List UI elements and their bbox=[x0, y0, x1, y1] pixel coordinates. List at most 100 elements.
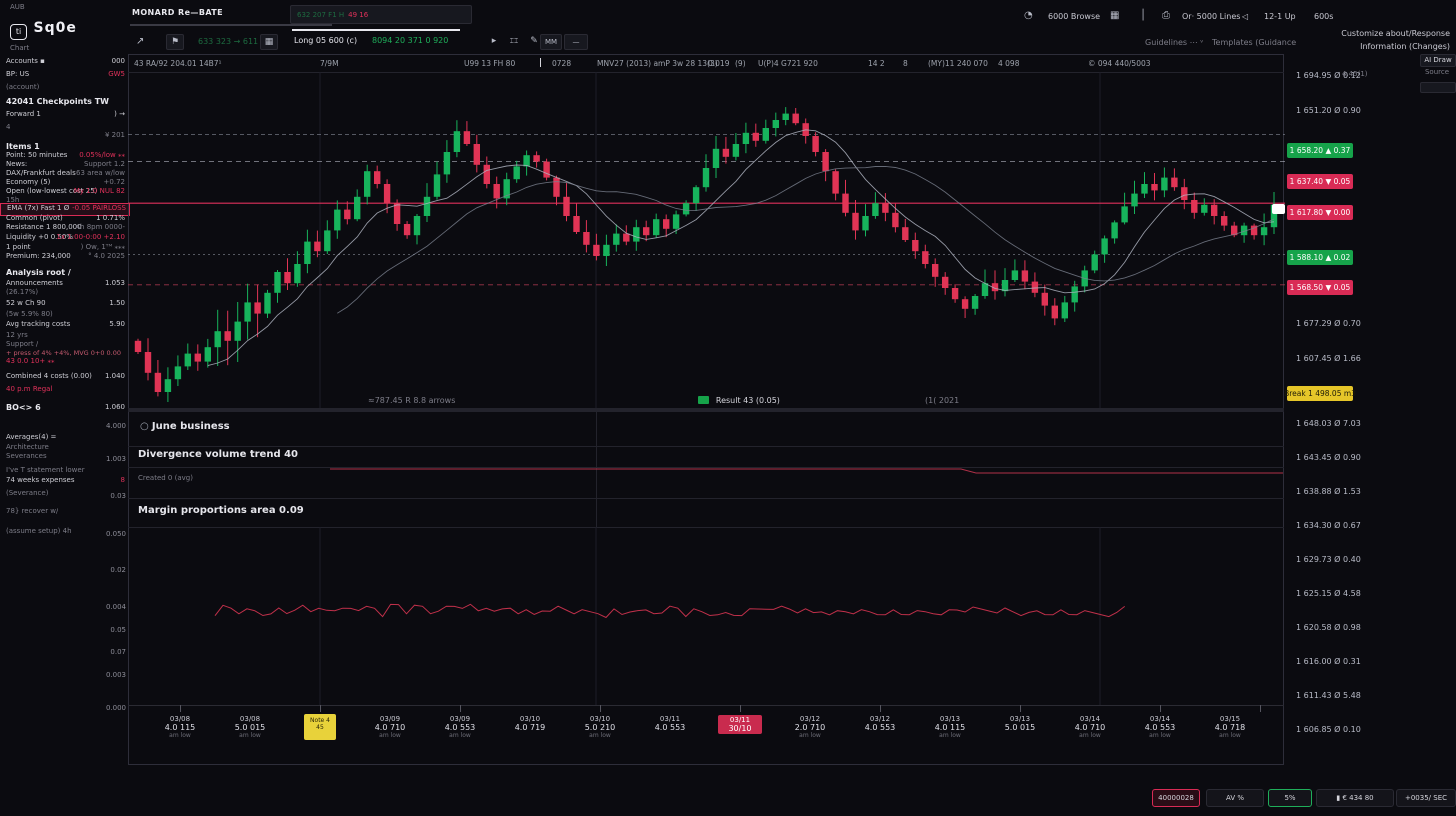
ohlc-token: © 094 440/5003 bbox=[1088, 59, 1151, 68]
ruler-tool-icon[interactable]: — bbox=[564, 34, 588, 50]
sidebar-row[interactable]: 78} recover w/ bbox=[0, 507, 128, 517]
axis-time: 4.0 553 bbox=[438, 723, 482, 732]
time-axis-label[interactable]: 03/122.0 710am low bbox=[788, 715, 832, 739]
sidebar-row[interactable]: 43 0.0 10+ ⁎⁎ bbox=[0, 357, 128, 367]
footer-button[interactable]: 40000028 bbox=[1152, 789, 1200, 807]
sidebar-row[interactable]: 42041 Checkpoints TW bbox=[0, 97, 128, 107]
cursor-tool-icon[interactable]: ▸ bbox=[486, 34, 502, 48]
axis-time: 5.0 015 bbox=[228, 723, 272, 732]
topbar-item[interactable]: Or· 5000 Lines bbox=[1182, 12, 1240, 21]
search-value: 632 207 F1 H bbox=[297, 11, 344, 19]
topbar-item[interactable]: ◁ bbox=[1242, 12, 1248, 21]
brand-logo[interactable]: ti Sq0e bbox=[10, 20, 128, 40]
price-level-badge[interactable]: 1 658.20 ▲ 0.37 bbox=[1287, 143, 1353, 158]
sidebar-row[interactable]: Combined 4 costs (0.00)1.040 bbox=[0, 372, 128, 382]
axis-tick bbox=[1160, 705, 1161, 712]
current-price-badge[interactable]: 1 617.80 ▼ 0.00 bbox=[1287, 205, 1353, 220]
pane-title-divergence[interactable]: Divergence volume trend 40 bbox=[138, 449, 298, 460]
search-input[interactable]: 632 207 F1 H 49 16 bbox=[290, 5, 472, 24]
time-axis-label[interactable]: 03/144.0 710am low bbox=[1068, 715, 1112, 739]
annotation-result[interactable]: Result 43 (0.05) bbox=[698, 396, 780, 406]
sidebar-row-label: Common (pivot) bbox=[6, 214, 63, 222]
left-scale-label: 0.03 bbox=[86, 492, 126, 500]
time-axis-label[interactable]: 03/104.0 719 bbox=[508, 715, 552, 732]
footer-button[interactable]: +0035/ SEC bbox=[1396, 789, 1456, 807]
sidebar-row[interactable]: Premium: 234,000° 4.0 2025 bbox=[0, 252, 128, 262]
footer-button[interactable]: AV % bbox=[1206, 789, 1264, 807]
topbar-item[interactable]: 6000 Browse bbox=[1048, 12, 1100, 21]
sidebar-row[interactable]: Avg tracking costs5.90 bbox=[0, 320, 128, 330]
axis-time: 4.0 553 bbox=[858, 723, 902, 732]
sidebar-row[interactable]: 52 w Ch 901.50 bbox=[0, 299, 128, 309]
price-level-badge[interactable]: 1 588.10 ▲ 0.02 bbox=[1287, 250, 1353, 265]
time-axis-label[interactable]: 03/114.0 553 bbox=[648, 715, 692, 732]
axis-date: 03/10 bbox=[508, 715, 552, 723]
sidebar-row-label: I've T statement lower bbox=[6, 466, 85, 474]
left-scale-label: 0.050 bbox=[86, 530, 126, 538]
topbar-item[interactable]: 12-1 Up bbox=[1264, 12, 1296, 21]
ai-draw-badge[interactable]: AI Draw bbox=[1420, 54, 1456, 67]
time-axis-label[interactable]: 03/154.0 718am low bbox=[1208, 715, 1252, 739]
sidebar-row[interactable]: (account) bbox=[0, 83, 128, 93]
axis-sub: am low bbox=[368, 732, 412, 739]
sep-icon[interactable]: │ bbox=[1140, 10, 1146, 21]
price-axis-label: 1 643.45 Ø 0.90 bbox=[1296, 453, 1361, 462]
templates-menu[interactable]: Templates (Guidance bbox=[1212, 38, 1296, 47]
source-box[interactable] bbox=[1420, 82, 1456, 93]
axis-tick bbox=[600, 705, 601, 712]
flag-icon[interactable]: ⚑ bbox=[166, 34, 184, 50]
sidebar-row-label: EMA (7x) Fast 1 Ø bbox=[7, 204, 69, 212]
sidebar-row[interactable]: I've T statement lower bbox=[0, 466, 128, 476]
sidebar-row[interactable]: Resistance 1 800,0004h 8pm 0000- bbox=[0, 223, 128, 233]
time-axis-label[interactable]: 03/135.0 015 bbox=[998, 715, 1042, 732]
time-axis-label[interactable]: 03/134.0 115am low bbox=[928, 715, 972, 739]
guidelines-menu[interactable]: Guidelines ⋯ ᵛ bbox=[1145, 38, 1204, 47]
sidebar-row-label: News: bbox=[6, 160, 27, 168]
price-level-badge[interactable]: Break 1 498.05 m3 bbox=[1287, 386, 1353, 401]
send-arrow-icon[interactable]: ↗ bbox=[136, 36, 144, 47]
tab-long-position[interactable]: Long 05 600 (c) bbox=[294, 36, 357, 45]
time-axis-label[interactable]: 03/094.0 710am low bbox=[368, 715, 412, 739]
footer-button[interactable]: ▮ € 434 80 bbox=[1316, 789, 1394, 807]
sidebar-row-value: 000 bbox=[112, 57, 125, 65]
time-axis-label[interactable]: 03/084.0 115am low bbox=[158, 715, 202, 739]
left-scale-label: 0.07 bbox=[86, 648, 126, 656]
time-axis-label[interactable]: 03/144.0 553am low bbox=[1138, 715, 1182, 739]
time-axis-label[interactable]: 03/1130/10 bbox=[718, 715, 762, 734]
time-axis-label[interactable]: 03/105.0 210am low bbox=[578, 715, 622, 739]
sidebar-row[interactable]: BP: USGW5 bbox=[0, 70, 128, 80]
time-axis-label[interactable]: 03/124.0 553 bbox=[858, 715, 902, 732]
axis-time: 4.0 710 bbox=[1068, 723, 1112, 732]
sidebar-row[interactable]: BO<> 61.060 bbox=[0, 403, 128, 413]
price-level-badge[interactable]: 1 568.50 ▼ 0.05 bbox=[1287, 280, 1353, 295]
sidebar-row[interactable]: Averages(4) = bbox=[0, 433, 128, 443]
candles-tool-icon[interactable]: ⌶⌶ bbox=[506, 34, 522, 48]
sidebar-row[interactable]: (26.17%) bbox=[0, 288, 128, 298]
annotation-right: (1( 2021 bbox=[925, 396, 959, 405]
cam-icon[interactable]: ⎙ bbox=[1162, 10, 1170, 21]
ohlc-token: 43 RA/92 204.01 14B7¹ bbox=[134, 59, 222, 68]
calendar-icon[interactable]: ▦ bbox=[260, 34, 278, 50]
sidebar-row[interactable]: 40 p.m Regal bbox=[0, 385, 128, 395]
topbar-item[interactable]: 600s bbox=[1314, 12, 1333, 21]
indicator-mm-icon[interactable]: MM bbox=[540, 34, 562, 50]
tab-monard[interactable]: MONARD Re—BATE bbox=[132, 8, 223, 17]
sidebar-row[interactable]: Forward 1) → bbox=[0, 110, 128, 120]
sidebar-row[interactable]: (5w 5.9% 80) bbox=[0, 310, 128, 320]
sidebar-row[interactable]: ¥ 201 bbox=[0, 131, 128, 141]
active-tab-indicator bbox=[292, 29, 460, 31]
footer-button[interactable]: 5% bbox=[1268, 789, 1312, 807]
sidebar-row[interactable]: Analysis root / bbox=[0, 268, 128, 278]
sidebar-row-value: ) Ow, 1ᵀᴹ ⁎⁎⁎ bbox=[81, 243, 125, 251]
price-level-badge[interactable]: 1 637.40 ▼ 0.05 bbox=[1287, 174, 1353, 189]
clock-icon[interactable]: ◔ bbox=[1024, 10, 1033, 21]
sidebar-row[interactable]: 74 weeks expenses8 bbox=[0, 476, 128, 486]
sidebar-row[interactable]: Liquidity +0 0.50%1x 1:00-0:00 +2.10 bbox=[0, 233, 128, 243]
time-axis-label[interactable]: 03/094.0 553am low bbox=[438, 715, 482, 739]
pane-title-business[interactable]: ○ June business bbox=[140, 421, 230, 432]
sticky-note[interactable]: Note 445 bbox=[304, 714, 336, 740]
pane-title-margin[interactable]: Margin proportions area 0.09 bbox=[138, 505, 304, 516]
sidebar-row[interactable]: Accounts ▪000 bbox=[0, 57, 128, 67]
grid-icon[interactable]: ▦ bbox=[1110, 10, 1119, 21]
time-axis-label[interactable]: 03/085.0 015am low bbox=[228, 715, 272, 739]
